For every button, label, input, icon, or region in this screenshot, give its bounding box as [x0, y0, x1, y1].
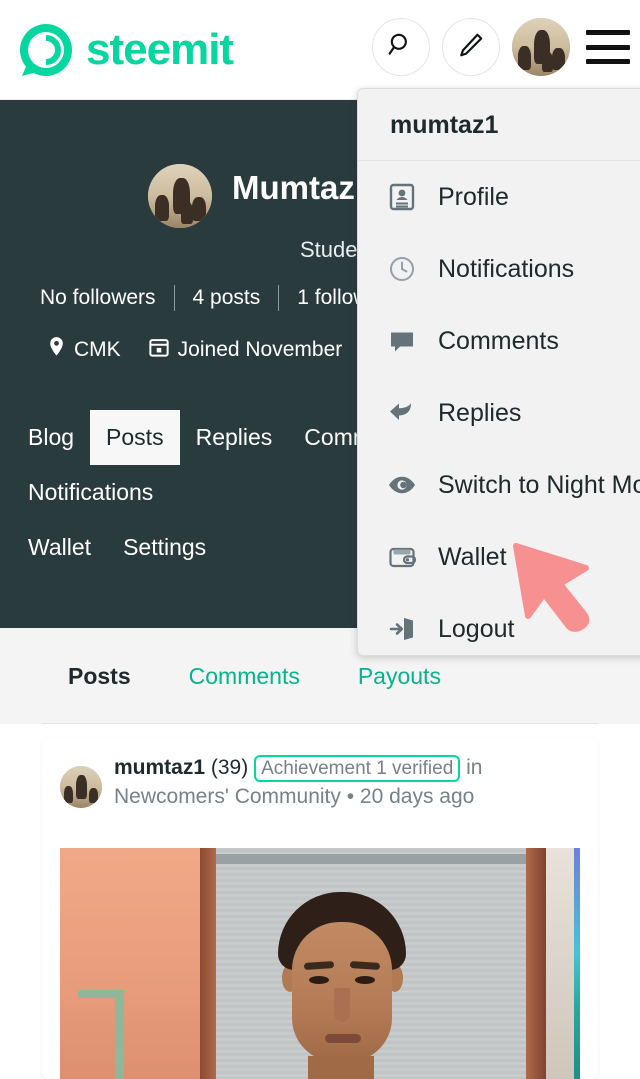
profile-avatar[interactable] — [148, 164, 212, 228]
location-pin-icon — [48, 336, 65, 363]
dropdown-label-comments: Comments — [438, 326, 559, 355]
speech-bubble-icon — [386, 325, 418, 357]
top-navbar: steemit — [0, 0, 640, 100]
post-thumbnail-image[interactable] — [60, 848, 580, 1079]
profile-nav-blog[interactable]: Blog — [12, 410, 90, 465]
pointer-arrow-icon — [508, 528, 640, 638]
dropdown-label-profile: Profile — [438, 182, 509, 211]
pencil-icon — [457, 31, 485, 64]
clock-icon — [386, 253, 418, 285]
eye-icon — [386, 469, 418, 501]
steemit-logo-icon — [16, 20, 76, 80]
dropdown-item-replies[interactable]: Replies — [358, 377, 640, 449]
post-achievement-badge[interactable]: Achievement 1 verified — [254, 755, 461, 782]
post-meta: mumtaz1 (39) Achievement 1 verified in N… — [114, 754, 580, 812]
profile-location-label: CMK — [74, 337, 121, 361]
calendar-icon — [149, 337, 169, 363]
search-icon — [387, 31, 415, 64]
dropdown-label-logout: Logout — [438, 614, 515, 643]
hamburger-icon[interactable] — [586, 30, 630, 64]
profile-nav-notifications[interactable]: Notifications — [12, 465, 169, 520]
profile-stats: No followers 4 posts 1 follow — [40, 285, 386, 311]
profile-nav-wallet[interactable]: Wallet — [12, 520, 107, 575]
avatar[interactable] — [512, 18, 570, 76]
profile-joined: Joined November — [149, 337, 343, 363]
dropdown-item-night-mode[interactable]: Switch to Night Mo — [358, 449, 640, 521]
post-author-name[interactable]: mumtaz1 — [114, 756, 205, 779]
brand-logo[interactable]: steemit — [16, 20, 234, 80]
search-button[interactable] — [372, 18, 430, 76]
topbar-actions — [372, 18, 630, 76]
dropdown-label-notifications: Notifications — [438, 254, 575, 283]
stat-followers[interactable]: No followers — [40, 286, 174, 310]
dropdown-label-switch-night: Switch to Night Mo — [438, 470, 640, 499]
post-author-avatar[interactable] — [60, 766, 102, 808]
subtab-payouts[interactable]: Payouts — [358, 663, 441, 690]
profile-meta: CMK Joined November — [48, 336, 360, 363]
app-root: steemit Mumtaz A Student No followers 4 … — [0, 0, 640, 1079]
subtab-posts[interactable]: Posts — [68, 663, 131, 690]
profile-joined-label: Joined November — [177, 337, 343, 361]
profile-location: CMK — [48, 336, 121, 363]
profile-nav-posts[interactable]: Posts — [90, 410, 180, 465]
post-header: mumtaz1 (39) Achievement 1 verified in N… — [42, 738, 598, 816]
dropdown-item-notifications[interactable]: Notifications — [358, 233, 640, 305]
post-author-reputation: (39) — [210, 756, 249, 779]
brand-name: steemit — [86, 24, 234, 74]
dropdown-username: mumtaz1 — [358, 89, 640, 161]
subtab-comments[interactable]: Comments — [189, 663, 300, 690]
profile-nav-settings[interactable]: Settings — [107, 520, 222, 575]
wallet-icon — [386, 541, 418, 573]
post-card[interactable]: mumtaz1 (39) Achievement 1 verified in N… — [42, 738, 598, 1079]
subtabs-divider — [42, 723, 598, 724]
logout-door-icon — [386, 613, 418, 645]
stat-posts[interactable]: 4 posts — [175, 286, 279, 310]
dropdown-label-night-mode: Replies — [438, 398, 522, 427]
compose-button[interactable] — [442, 18, 500, 76]
dropdown-item-comments[interactable]: Comments — [358, 305, 640, 377]
profile-card-icon — [386, 181, 418, 213]
dropdown-item-profile[interactable]: Profile — [358, 161, 640, 233]
dropdown-label-wallet: Wallet — [438, 542, 507, 571]
reply-arrow-icon — [386, 397, 418, 429]
profile-nav-replies[interactable]: Replies — [180, 410, 289, 465]
